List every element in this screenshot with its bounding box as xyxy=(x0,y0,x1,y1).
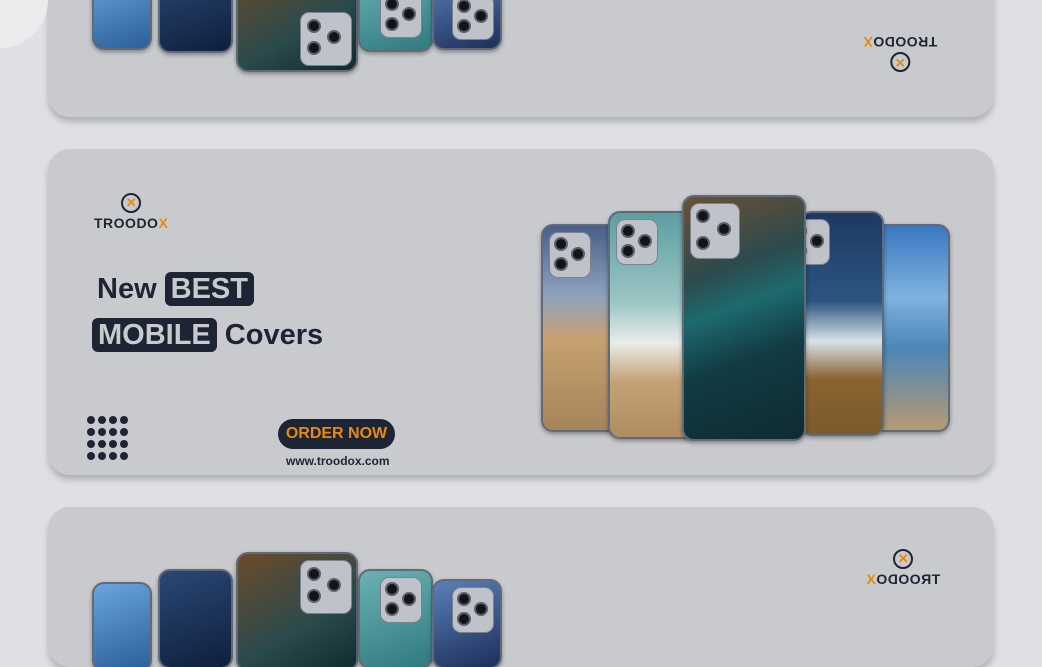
phone-cover-rock xyxy=(236,552,358,667)
phone-cover-blue-2 xyxy=(432,0,502,50)
banner-headline: New BEST MOBILE Covers xyxy=(92,266,323,358)
order-now-button[interactable]: ORDER NOW xyxy=(278,419,395,449)
decorative-dot-grid xyxy=(87,416,128,460)
window-corner xyxy=(0,0,48,48)
logo-text: TROODOX xyxy=(866,571,941,587)
logo-mark-icon: ✕ xyxy=(890,52,911,72)
banner-card-bottom[interactable]: ✕ TROODOX xyxy=(48,507,994,667)
phone-cover-ocean-rock xyxy=(682,195,806,441)
phone-cover-rock xyxy=(236,0,358,72)
logo-text: TROODOX xyxy=(863,34,938,50)
headline-new: New xyxy=(97,273,157,305)
logo-mark-icon: ✕ xyxy=(893,549,914,569)
phone-cover-teal xyxy=(358,0,433,52)
banner-card-main[interactable]: ✕ TROODOX New BEST MOBILE Covers ORDER N… xyxy=(48,149,994,475)
brand-logo: ✕ TROODOX xyxy=(866,549,940,587)
headline-best-pill: BEST xyxy=(164,272,254,306)
phone-cover-shore xyxy=(800,211,884,436)
brand-logo: ✕ TROODOX xyxy=(94,193,168,231)
phone-cover-navy xyxy=(158,0,233,53)
logo-text: TROODOX xyxy=(94,215,169,231)
phone-cover-blue xyxy=(92,0,152,50)
phone-cover-blue-2 xyxy=(432,579,502,667)
brand-logo-flipped: ✕ TROODOX xyxy=(863,34,937,72)
banner-card-top[interactable]: ✕ TROODOX xyxy=(48,0,994,117)
phone-cover-teal xyxy=(358,569,433,667)
phone-cover-blue-sea xyxy=(873,224,950,432)
logo-mark-icon: ✕ xyxy=(121,193,142,213)
headline-mobile-pill: MOBILE xyxy=(92,318,217,352)
website-url[interactable]: www.troodox.com xyxy=(286,454,390,468)
phone-cover-navy xyxy=(158,569,233,667)
headline-covers: Covers xyxy=(224,319,324,351)
